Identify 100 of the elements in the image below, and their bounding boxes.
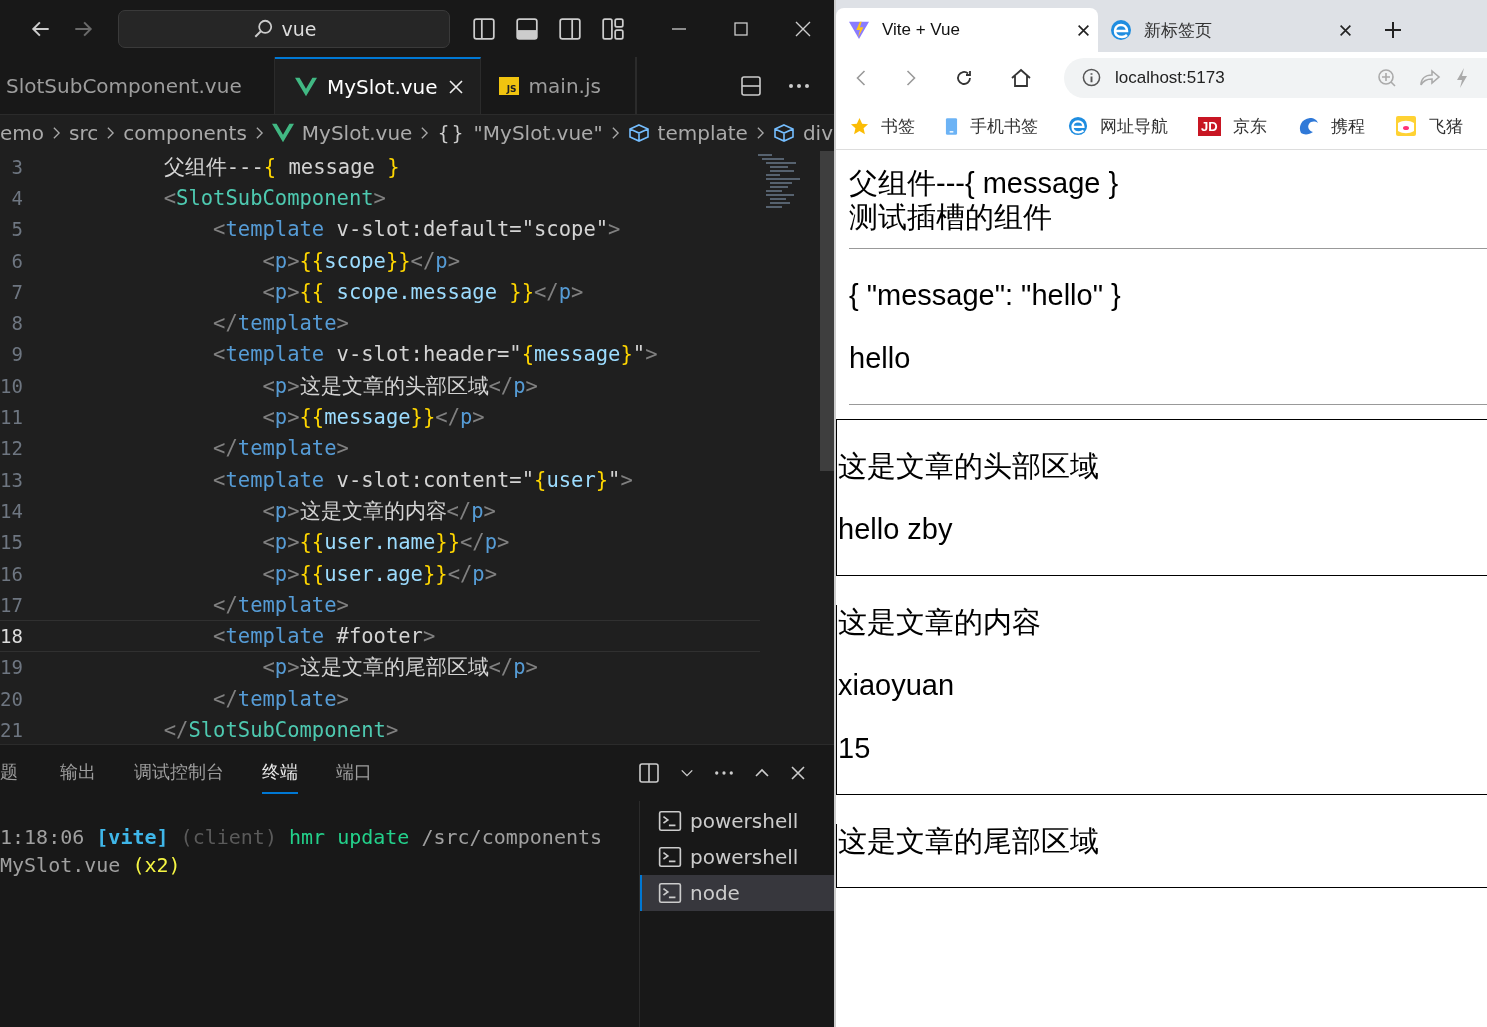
code-line: <p>{{ scope.message }}</p> bbox=[261, 279, 584, 304]
chevron-right-icon bbox=[755, 126, 765, 140]
code-line: </template> bbox=[212, 311, 349, 336]
chevron-right-icon bbox=[610, 126, 620, 140]
terminal-line: MySlot.vue (x2) bbox=[0, 852, 182, 879]
terminal-line: 1:18:06 [vite] (client) hmr update /src/components bbox=[0, 824, 604, 851]
page-text: 测试插槽的组件 bbox=[849, 200, 1053, 234]
panel-layout-icon[interactable] bbox=[515, 16, 539, 41]
chevron-right-icon bbox=[420, 126, 430, 140]
code-line: <template v-slot:content="{user}"> bbox=[212, 467, 633, 492]
code-line: <template v-slot:default="scope"> bbox=[212, 217, 621, 242]
grid-layout-icon[interactable] bbox=[601, 16, 625, 41]
line-number: 18 bbox=[0, 625, 23, 648]
code-line: <p>这是文章的尾部区域</p> bbox=[261, 654, 538, 682]
split-layout-icon[interactable] bbox=[558, 16, 582, 41]
page-text: 这是文章的头部区域 bbox=[838, 449, 1100, 483]
line-number: 9 bbox=[10, 343, 23, 366]
terminal-item[interactable]: powershell bbox=[640, 839, 834, 875]
more-icon[interactable] bbox=[714, 769, 734, 777]
line-number: 8 bbox=[10, 312, 23, 335]
braces-icon: {} bbox=[437, 122, 466, 144]
sidebar-layout-icon[interactable] bbox=[472, 16, 496, 41]
bookmark-item[interactable]: 书签 bbox=[850, 114, 915, 138]
line-number: 15 bbox=[0, 531, 23, 554]
line-number: 14 bbox=[0, 499, 23, 522]
browser-logo-icon bbox=[1110, 19, 1132, 41]
bookmark-item[interactable]: 手机书签 bbox=[945, 114, 1038, 138]
bookmark-item[interactable]: 网址导航 bbox=[1068, 114, 1168, 138]
page-text: hello bbox=[849, 341, 912, 375]
code-line: 父组件---{ message } bbox=[162, 153, 400, 181]
chevron-right-icon bbox=[254, 126, 264, 140]
cube-icon bbox=[772, 123, 795, 143]
code-line: </template> bbox=[212, 686, 349, 711]
code-line: </template> bbox=[212, 436, 349, 461]
page-text: 这是文章的尾部区域 bbox=[838, 824, 1100, 858]
code-line: </SlotSubComponent> bbox=[162, 718, 399, 742]
chevron-right-icon bbox=[106, 126, 116, 140]
line-number: 12 bbox=[0, 437, 23, 460]
page-text: 15 bbox=[838, 731, 872, 765]
line-number: 13 bbox=[0, 468, 23, 491]
split-panel-icon[interactable] bbox=[638, 762, 660, 784]
line-number: 16 bbox=[0, 562, 23, 585]
search-field[interactable]: vue bbox=[118, 9, 450, 48]
breadcrumb-item[interactable]: emo bbox=[0, 121, 45, 145]
panel-tab[interactable]: 端口 bbox=[336, 752, 372, 794]
breadcrumb-item[interactable]: "MySlot.vue" bbox=[473, 121, 603, 145]
breadcrumb-item[interactable]: div bbox=[802, 121, 833, 145]
line-number: 7 bbox=[10, 280, 23, 303]
code-line: </template> bbox=[212, 592, 349, 617]
more-icon[interactable] bbox=[788, 81, 810, 90]
breadcrumb-item[interactable]: src bbox=[69, 121, 99, 145]
panel-tab[interactable]: 输出 bbox=[60, 752, 96, 794]
split-editor-icon[interactable] bbox=[740, 74, 762, 97]
breadcrumb-item[interactable]: template bbox=[657, 121, 748, 145]
browser-logo-icon bbox=[1068, 116, 1088, 136]
code-line: <template #footer> bbox=[212, 624, 436, 649]
line-number: 10 bbox=[0, 374, 23, 397]
terminal-icon bbox=[658, 882, 682, 904]
terminal-item[interactable]: powershell bbox=[640, 803, 834, 839]
code-line: <p>{{user.name}}</p> bbox=[261, 530, 510, 555]
terminal-icon bbox=[658, 846, 682, 868]
page-text: hello zby bbox=[838, 512, 954, 546]
panel-tab[interactable]: 调试控制台 bbox=[134, 752, 224, 794]
line-number: 6 bbox=[10, 249, 23, 272]
scrollbar[interactable] bbox=[820, 151, 834, 471]
terminal-item[interactable]: node bbox=[640, 875, 834, 911]
star-icon bbox=[850, 116, 869, 136]
bookmark-item[interactable]: 飞猪 bbox=[1394, 114, 1463, 138]
new-tab-icon[interactable] bbox=[1384, 21, 1402, 39]
page-text: { "message": "hello" } bbox=[849, 278, 1122, 312]
line-number: 5 bbox=[10, 218, 23, 241]
close-icon[interactable] bbox=[1077, 23, 1090, 37]
page-text: xiaoyuan bbox=[838, 668, 956, 702]
panel-tab[interactable]: 终端 bbox=[262, 752, 298, 794]
js-file-icon: JS bbox=[498, 76, 519, 95]
editor-tab[interactable]: JS main.js bbox=[480, 57, 636, 114]
line-number: 3 bbox=[10, 155, 23, 178]
line-number: 20 bbox=[0, 687, 23, 710]
page-text: 父组件---{ message } bbox=[849, 166, 1120, 200]
panel-tab[interactable]: 题 bbox=[0, 752, 18, 794]
browser-tab[interactable]: Vite + Vue bbox=[836, 8, 1098, 52]
editor-tab[interactable]: MySlot.vue bbox=[275, 57, 481, 114]
bookmark-item[interactable]: 携程 bbox=[1296, 114, 1365, 138]
cube-icon bbox=[627, 123, 650, 143]
breadcrumb-item[interactable]: components bbox=[123, 121, 247, 145]
code-line: <p>{{user.age}}</p> bbox=[261, 561, 497, 586]
vue-logo-icon bbox=[271, 123, 294, 143]
line-number: 19 bbox=[0, 656, 23, 679]
pig-face-icon bbox=[1394, 115, 1417, 137]
home-icon[interactable] bbox=[1010, 67, 1032, 88]
close-icon[interactable] bbox=[1339, 23, 1352, 37]
lightning-triangle-icon bbox=[848, 20, 870, 40]
code-line: <template v-slot:header="{message}"> bbox=[212, 342, 658, 367]
bookmark-item[interactable]: JD 京东 bbox=[1198, 114, 1267, 138]
line-number: 21 bbox=[0, 719, 23, 741]
breadcrumb-item[interactable]: MySlot.vue bbox=[301, 121, 413, 145]
code-line: <SlotSubComponent> bbox=[162, 185, 386, 210]
line-number: 4 bbox=[10, 186, 23, 209]
vue-logo-icon bbox=[295, 76, 317, 97]
browser-tab[interactable]: 新标签页 bbox=[1098, 8, 1360, 52]
